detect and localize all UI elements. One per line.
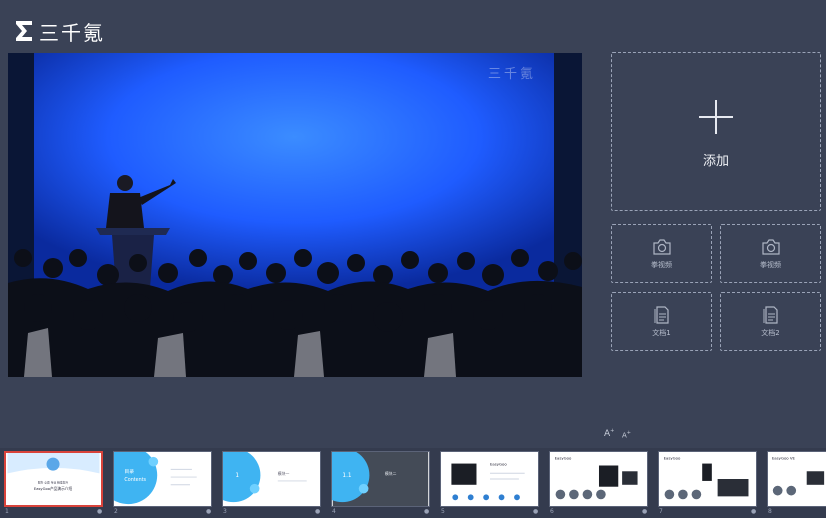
font-increase-sup: +: [610, 428, 615, 434]
slide-status-icon: ●: [642, 508, 648, 515]
slide-thumbnail-8[interactable]: EasyGoo VE: [767, 451, 826, 507]
slide-preview-5: EasyGoo: [441, 452, 538, 506]
slot-label: 拳视频: [651, 260, 672, 269]
slide-subtitle: Contents: [124, 477, 146, 483]
slide-title: EasyGoo产品演示介绍: [34, 486, 73, 491]
slide-thumbnail-2[interactable]: 目录 Contents: [113, 451, 212, 507]
slide-title: EasyGoo: [664, 456, 681, 461]
brand-name: 三千氪: [39, 20, 105, 45]
slide-title: EasyGoo: [490, 462, 507, 467]
slide-preview-7: EasyGoo: [659, 452, 756, 506]
slide-title: EasyGoo VE: [772, 456, 796, 461]
add-label: 添加: [702, 154, 729, 169]
slide-preview-2: 目录 Contents: [114, 452, 211, 506]
slide-status-icon: ●: [315, 508, 321, 515]
slide-thumbnail-4[interactable]: 1.1 模块二: [331, 451, 430, 507]
camera-slot-1[interactable]: 拳视频: [611, 224, 712, 283]
plus-icon: [699, 100, 733, 134]
slide-thumbnail-5[interactable]: EasyGoo: [440, 451, 539, 507]
slide-title: 目录: [124, 468, 134, 475]
slide-status-icon: ●: [206, 508, 212, 515]
slide-number-7: 7: [659, 508, 663, 515]
slide-preview-3: 1 模块一: [223, 452, 320, 506]
brand-logo: 三千氪: [15, 19, 105, 45]
camera-slot-2[interactable]: 拳视频: [720, 224, 821, 283]
font-increase-button[interactable]: A+: [604, 428, 614, 439]
slide-preview-8: EasyGoo VE: [768, 452, 826, 506]
main-preview[interactable]: 三千氪: [8, 53, 582, 377]
slide-number-3: 3: [223, 508, 227, 515]
slide-thumbnail-1[interactable]: 服务 全面 专业 精准提升 EasyGoo产品演示介绍: [4, 451, 103, 507]
document-slot-1[interactable]: 文档1: [611, 292, 712, 351]
camera-icon: [761, 238, 780, 255]
document-icon: [763, 305, 778, 324]
document-icon: [654, 305, 669, 324]
slide-thumbnail-6[interactable]: EasyGoo: [549, 451, 648, 507]
slide-number-1: 1: [5, 508, 9, 515]
slide-title: 模块一: [278, 471, 290, 476]
document-slot-2[interactable]: 文档2: [720, 292, 821, 351]
slide-thumbnail-7[interactable]: EasyGoo: [658, 451, 757, 507]
slot-label: 文档2: [761, 328, 780, 337]
presenter-stage-image: [8, 53, 582, 377]
camera-icon: [652, 238, 671, 255]
slide-preview-6: EasyGoo: [550, 452, 647, 506]
slide-status-icon: ●: [751, 508, 757, 515]
slide-number-8: 8: [768, 508, 772, 515]
sigma-logo-icon: [16, 21, 32, 41]
slide-number-2: 2: [114, 508, 118, 515]
slide-number-5: 5: [441, 508, 445, 515]
slide-thumbnail-3[interactable]: 1 模块一: [222, 451, 321, 507]
slide-preview-4: 1.1 模块二: [332, 452, 429, 506]
slide-title: EasyGoo: [555, 456, 572, 461]
font-decrease-button[interactable]: A+: [622, 430, 631, 439]
slot-label: 文档1: [652, 328, 671, 337]
slide-preview-1: 服务 全面 专业 精准提升 EasyGoo产品演示介绍: [7, 453, 100, 505]
font-decrease-sup: +: [626, 430, 631, 436]
slide-status-icon: ●: [424, 508, 430, 515]
slide-number-4: 4: [332, 508, 336, 515]
slide-subtitle: 1.1: [342, 473, 352, 479]
slide-subtitle: 1: [235, 473, 239, 479]
watermark-text: 三千氪: [487, 67, 536, 82]
slide-status-icon: ●: [533, 508, 539, 515]
slide-number-6: 6: [550, 508, 554, 515]
slot-label: 拳视频: [760, 260, 781, 269]
slide-subtitle: 服务 全面 专业 精准提升: [38, 481, 69, 485]
slide-title: 模块二: [385, 471, 397, 476]
add-source-button[interactable]: 添加: [611, 52, 821, 211]
slide-status-icon: ●: [97, 508, 103, 515]
